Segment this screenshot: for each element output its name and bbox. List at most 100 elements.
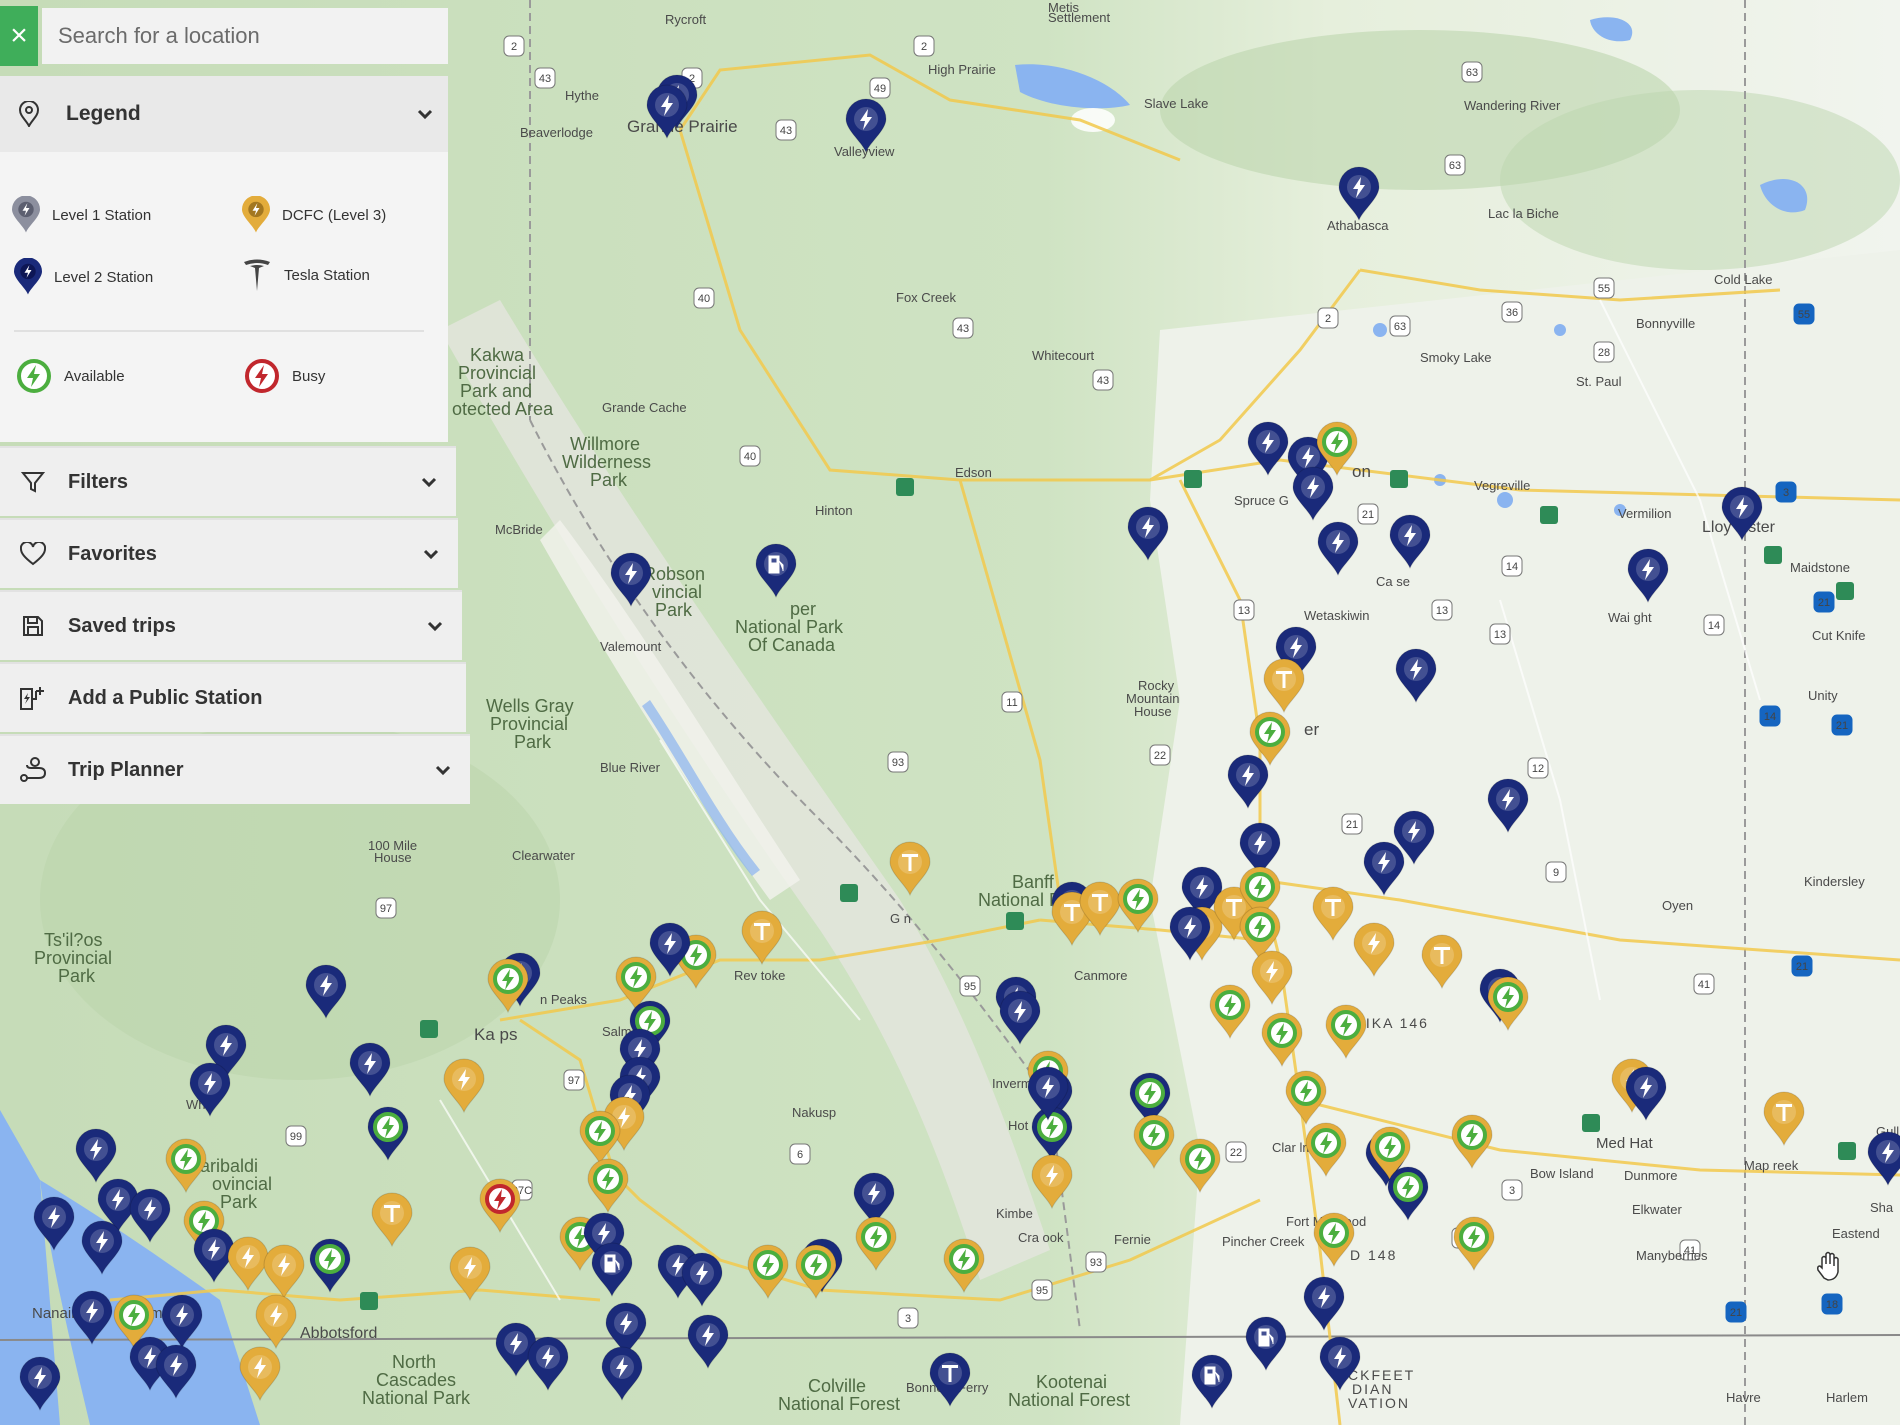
svg-text:3: 3 xyxy=(1783,487,1789,499)
svg-text:21: 21 xyxy=(1796,961,1808,973)
svg-text:Grande Cache: Grande Cache xyxy=(602,400,687,415)
svg-text:Inverm: Inverm xyxy=(992,1076,1032,1091)
menu-trip-planner[interactable]: Trip Planner xyxy=(0,734,470,804)
svg-text:Hinton: Hinton xyxy=(815,503,853,518)
svg-text:aribaldi: aribaldi xyxy=(200,1156,258,1176)
svg-text:Park: Park xyxy=(220,1192,258,1212)
menu-favorites[interactable]: Favorites xyxy=(0,518,458,588)
svg-text:Park: Park xyxy=(514,732,552,752)
svg-text:36: 36 xyxy=(1506,307,1518,319)
svg-text:Unity: Unity xyxy=(1808,688,1838,703)
svg-text:National P: National P xyxy=(978,890,1061,910)
svg-text:Harlem: Harlem xyxy=(1826,1390,1868,1405)
svg-text:Park: Park xyxy=(590,470,628,490)
svg-text:21: 21 xyxy=(1346,819,1358,831)
chevron-down-icon[interactable] xyxy=(426,617,444,635)
legend-items: Level 1 Station DCFC (Level 3) Level 2 S… xyxy=(0,152,448,442)
svg-text:28: 28 xyxy=(1598,347,1610,359)
svg-text:Edson: Edson xyxy=(955,465,992,480)
legend-tesla: Tesla Station xyxy=(242,258,370,292)
svg-text:43: 43 xyxy=(780,125,792,137)
legend-busy-label: Busy xyxy=(292,367,326,385)
search-input[interactable] xyxy=(42,8,448,64)
dcfc-pin-icon xyxy=(242,196,270,233)
close-button[interactable]: × xyxy=(0,6,38,66)
svg-text:Manyberries: Manyberries xyxy=(1636,1248,1708,1263)
svg-text:National Forest: National Forest xyxy=(778,1394,900,1414)
svg-text:National Park: National Park xyxy=(362,1388,471,1408)
svg-text:63: 63 xyxy=(1394,321,1406,333)
svg-text:Ka ps: Ka ps xyxy=(474,1025,517,1044)
svg-text:Fernie: Fernie xyxy=(1114,1232,1151,1247)
legend-available-label: Available xyxy=(64,367,125,385)
svg-text:n Peaks: n Peaks xyxy=(540,992,587,1007)
svg-text:49: 49 xyxy=(874,83,886,95)
svg-text:Athabasca: Athabasca xyxy=(1327,218,1389,233)
legend-level1: Level 1 Station xyxy=(12,196,151,234)
svg-text:Vegreville: Vegreville xyxy=(1474,478,1530,493)
legend-dcfc: DCFC (Level 3) xyxy=(242,196,386,234)
legend-title: Legend xyxy=(66,102,141,125)
svg-text:95: 95 xyxy=(1036,1285,1048,1297)
svg-text:Wandering River: Wandering River xyxy=(1464,98,1561,113)
menu-saved-trips-label: Saved trips xyxy=(68,614,176,637)
svg-text:Clearwater: Clearwater xyxy=(512,848,576,863)
svg-text:Ts'il?os: Ts'il?os xyxy=(44,930,102,950)
svg-text:Cut Knife: Cut Knife xyxy=(1812,628,1865,643)
svg-text:Abbotsford: Abbotsford xyxy=(300,1325,377,1342)
svg-text:Provincial: Provincial xyxy=(458,363,536,383)
menu-saved-trips[interactable]: Saved trips xyxy=(0,590,462,660)
svg-text:Slave Lake: Slave Lake xyxy=(1144,96,1208,111)
menu-add-public-station[interactable]: Add a Public Station xyxy=(0,662,466,732)
svg-text:per: per xyxy=(790,599,816,619)
route-icon xyxy=(18,755,48,785)
svg-text:Provincial: Provincial xyxy=(490,714,568,734)
svg-text:18: 18 xyxy=(1826,1299,1838,1311)
svg-text:ovincial: ovincial xyxy=(212,1174,272,1194)
svg-text:G n: G n xyxy=(890,911,911,926)
svg-text:2: 2 xyxy=(511,41,517,53)
svg-text:40: 40 xyxy=(698,293,710,305)
menu-filters[interactable]: Filters xyxy=(0,446,456,516)
svg-text:93: 93 xyxy=(1090,1257,1102,1269)
level1-pin-icon xyxy=(12,196,40,233)
chevron-down-icon[interactable] xyxy=(422,545,440,563)
svg-text:Wai ght: Wai ght xyxy=(1608,610,1652,625)
svg-text:St. Paul: St. Paul xyxy=(1576,374,1622,389)
floppy-disk-icon xyxy=(18,611,48,641)
legend-level2: Level 2 Station xyxy=(14,258,153,296)
svg-text:Elkwater: Elkwater xyxy=(1632,1202,1683,1217)
svg-text:Bonnyville: Bonnyville xyxy=(1636,316,1695,331)
svg-text:Havre: Havre xyxy=(1726,1390,1761,1405)
chevron-down-icon[interactable] xyxy=(416,105,434,123)
svg-text:12: 12 xyxy=(1532,763,1544,775)
svg-text:Sha: Sha xyxy=(1870,1200,1894,1215)
svg-text:Ca se: Ca se xyxy=(1376,574,1410,589)
search-bar: × xyxy=(0,6,448,66)
svg-text:Eastend: Eastend xyxy=(1832,1226,1880,1241)
level2-pin-icon xyxy=(14,258,42,295)
svg-text:21: 21 xyxy=(1836,720,1848,732)
svg-text:North: North xyxy=(392,1352,436,1372)
svg-text:2: 2 xyxy=(1325,313,1331,325)
legend-level2-label: Level 2 Station xyxy=(54,268,154,286)
svg-text:Provincial: Provincial xyxy=(34,948,112,968)
chevron-down-icon[interactable] xyxy=(420,473,438,491)
svg-text:Hythe: Hythe xyxy=(565,88,599,103)
legend-header[interactable]: Legend xyxy=(0,76,448,152)
svg-text:Colville: Colville xyxy=(808,1376,866,1396)
svg-text:13: 13 xyxy=(1436,605,1448,617)
svg-text:Cold Lake: Cold Lake xyxy=(1714,272,1773,287)
map-pin-icon xyxy=(14,99,44,129)
svg-text:43: 43 xyxy=(957,323,969,335)
menu-filters-label: Filters xyxy=(68,470,129,493)
svg-text:63: 63 xyxy=(1466,67,1478,79)
svg-text:13: 13 xyxy=(1238,605,1250,617)
svg-text:99: 99 xyxy=(290,1131,302,1143)
legend-available: Available xyxy=(16,358,125,394)
chevron-down-icon[interactable] xyxy=(434,761,452,779)
menu-trip-planner-label: Trip Planner xyxy=(68,758,184,781)
svg-text:Oyen: Oyen xyxy=(1662,898,1693,913)
svg-text:Dunmore: Dunmore xyxy=(1624,1168,1677,1183)
heart-icon xyxy=(18,539,48,569)
